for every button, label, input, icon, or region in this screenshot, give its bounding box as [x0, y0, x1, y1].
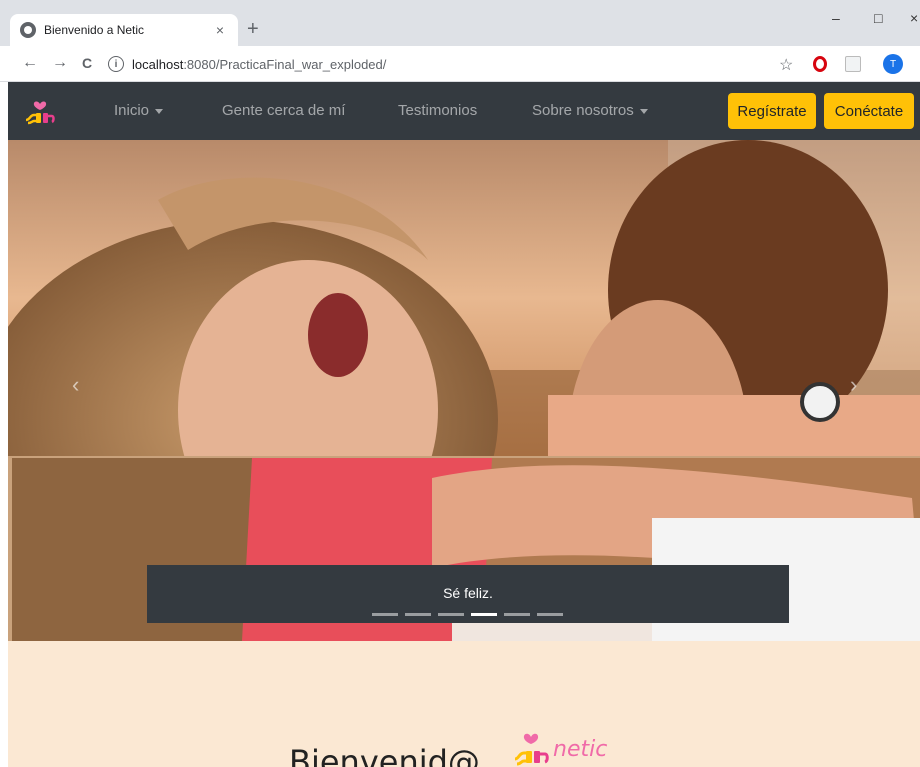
netic-logo-icon[interactable] — [24, 98, 56, 126]
browser-toolbar: ← → C i localhost:8080/PracticaFinal_war… — [0, 46, 920, 82]
nav-sobre-nosotros-label: Sobre nosotros — [532, 102, 634, 119]
nav-inicio-label: Inicio — [114, 102, 150, 119]
site-navbar: Inicio Gente cerca de mí Testimonios Sob… — [8, 82, 920, 140]
tab-title: Bienvenido a Netic — [44, 23, 145, 37]
chevron-down-icon — [639, 108, 648, 114]
carousel-caption: Sé feliz. — [147, 565, 789, 623]
carousel-indicator[interactable] — [504, 613, 530, 616]
carousel-indicator[interactable] — [537, 613, 563, 616]
opera-extension-icon[interactable] — [813, 56, 827, 72]
hero-photo-top — [8, 140, 920, 456]
register-button[interactable]: Regístrate — [728, 93, 816, 129]
carousel-indicator[interactable] — [471, 613, 497, 616]
back-button[interactable]: ← — [22, 54, 38, 72]
welcome-title: Bienvenid@ — [289, 743, 480, 767]
login-button[interactable]: Conéctate — [824, 93, 914, 129]
netic-brand-logo-icon — [514, 733, 549, 766]
tab-strip: Bienvenido a Netic × + – □ × — [0, 0, 920, 46]
carousel-indicators — [372, 613, 564, 616]
browser-window: Bienvenido a Netic × + – □ × ← → C i loc… — [0, 0, 920, 767]
minimize-button[interactable]: – — [832, 10, 840, 26]
url-path: :8080/PracticaFinal_war_exploded/ — [183, 56, 387, 72]
carousel-indicator[interactable] — [372, 613, 398, 616]
globe-icon — [20, 22, 36, 38]
url-text: localhost:8080/PracticaFinal_war_explode… — [132, 57, 386, 72]
info-icon[interactable]: i — [108, 56, 124, 72]
maximize-button[interactable]: □ — [874, 10, 882, 26]
nav-inicio[interactable]: Inicio — [114, 102, 164, 119]
nav-sobre-nosotros[interactable]: Sobre nosotros — [532, 102, 648, 119]
address-bar[interactable]: i localhost:8080/PracticaFinal_war_explo… — [108, 51, 764, 77]
forward-button[interactable]: → — [52, 54, 68, 72]
reload-button[interactable]: C — [82, 54, 92, 72]
nav-testimonios[interactable]: Testimonios — [398, 102, 477, 119]
hero-carousel: ‹ › Sé feliz. — [8, 140, 920, 641]
carousel-next-icon[interactable]: › — [850, 372, 857, 398]
carousel-prev-icon[interactable]: ‹ — [72, 372, 79, 398]
nav-gente-cerca[interactable]: Gente cerca de mí — [222, 102, 345, 119]
extension-icon[interactable] — [845, 56, 861, 72]
tab-close-icon[interactable]: × — [212, 22, 228, 38]
welcome-section: Bienvenid@ netic — [8, 641, 920, 767]
welcome-brand-text: netic — [553, 737, 608, 762]
close-window-button[interactable]: × — [910, 10, 918, 26]
chevron-down-icon — [155, 108, 164, 114]
carousel-indicator[interactable] — [405, 613, 431, 616]
profile-avatar[interactable]: T — [883, 54, 903, 74]
bookmark-star-icon[interactable]: ☆ — [779, 55, 793, 75]
url-host: localhost — [132, 56, 184, 72]
caption-text: Sé feliz. — [443, 585, 493, 601]
carousel-indicator[interactable] — [438, 613, 464, 616]
browser-tab[interactable]: Bienvenido a Netic × — [10, 14, 238, 46]
new-tab-button[interactable]: + — [247, 18, 259, 40]
